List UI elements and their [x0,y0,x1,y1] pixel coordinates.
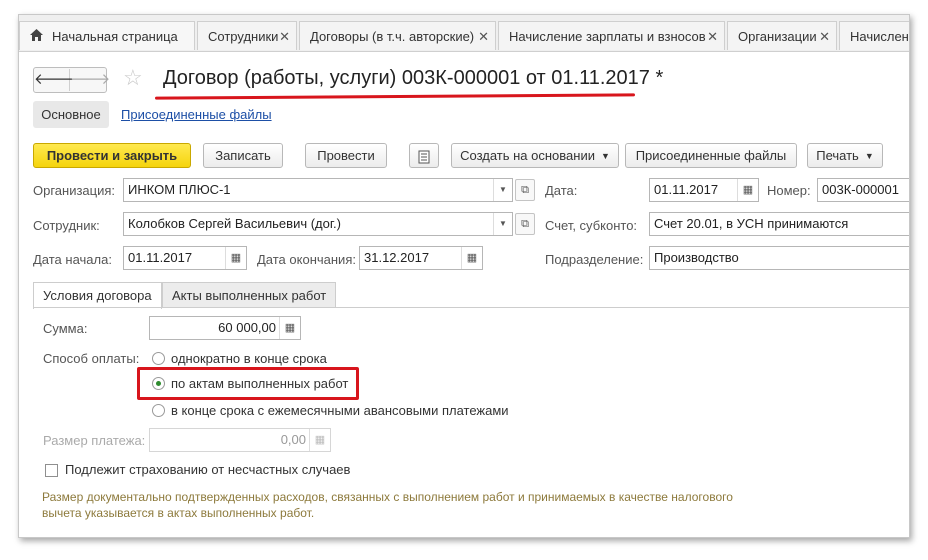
sum-value: 60 000,00 [218,320,276,335]
end-date-label: Дата окончания: [257,252,356,267]
payment-option-monthly-label: в конце срока с ежемесячными авансовыми … [171,403,509,418]
number-label: Номер: [767,183,811,198]
tab-label: Начислен [850,29,909,44]
close-icon[interactable]: ✕ [478,22,489,51]
calendar-icon[interactable]: ▦ [225,247,246,269]
end-date-value: 31.12.2017 [364,250,430,265]
tab-label: Договоры (в т.ч. авторские) [310,29,475,44]
document-window: Начальная страница Сотрудники ✕ Договоры … [18,14,910,538]
chevron-down-icon[interactable]: ▼ [493,179,512,201]
payment-size-value: 0,00 [280,432,306,447]
subtab-main[interactable]: Основное [33,101,109,128]
payment-option-once-radio[interactable] [152,352,165,365]
open-form-icon[interactable]: ⧉ [515,179,535,201]
button-label: Создать на основании [460,148,595,163]
organization-label: Организация: [33,183,116,198]
arrow-right-icon[interactable]: 🡒 [70,69,110,91]
page-title: Договор (работы, услуги) 003К-000001 от … [163,67,664,89]
tab-label: Организации [738,29,817,44]
sum-field[interactable]: 60 000,00 ▦ [149,316,301,340]
close-icon[interactable]: ✕ [279,22,290,51]
post-and-close-button[interactable]: Провести и закрыть [33,143,191,168]
payment-option-acts-radio[interactable] [152,377,165,390]
post-button[interactable]: Провести [305,143,387,168]
arrow-left-icon[interactable]: 🡐 [34,69,74,91]
open-form-icon[interactable]: ⧉ [515,213,535,235]
home-icon [30,22,44,51]
report-icon [418,148,430,164]
tab-label: Начальная страница [52,29,178,44]
calendar-icon[interactable]: ▦ [461,247,482,269]
start-date-label: Дата начала: [33,252,112,267]
start-date-value: 01.11.2017 [128,250,193,265]
account-label: Счет, субконто: [545,218,638,233]
payment-method-label: Способ оплаты: [43,351,140,366]
print-button[interactable]: Печать ▼ [807,143,883,168]
tab-organizations[interactable]: Организации ✕ [727,21,837,50]
save-button[interactable]: Записать [203,143,283,168]
button-label: Печать [816,148,859,163]
chevron-down-icon: ▼ [864,151,874,162]
employee-value: Колобков Сергей Васильевич (дог.) [128,216,341,231]
calculator-icon[interactable]: ▦ [279,317,300,339]
close-icon[interactable]: ✕ [707,22,718,51]
tab-label: Начисление зарплаты и взносов [509,29,706,44]
subtab-attached-files[interactable]: Присоединенные файлы [121,107,272,122]
date-label: Дата: [545,183,578,198]
tab-home[interactable]: Начальная страница [19,21,195,50]
employee-field[interactable]: Колобков Сергей Васильевич (дог.) ▼ [123,212,513,236]
tab-contract-terms[interactable]: Условия договора [33,282,162,309]
account-field[interactable]: Счет 20.01, в УСН принимаются [649,212,909,236]
chevron-down-icon: ▼ [600,151,610,162]
organization-field[interactable]: ИНКОМ ПЛЮС-1 ▼ [123,178,513,202]
title-underline-highlight [154,93,636,100]
tab-bar: Начальная страница Сотрудники ✕ Договоры … [19,15,909,52]
tab-payroll[interactable]: Начисление зарплаты и взносов ✕ [498,21,725,50]
info-note: Размер документально подтвержденных расх… [42,490,733,520]
create-based-on-button[interactable]: Создать на основании ▼ [451,143,619,168]
calculator-icon: ▦ [309,429,330,451]
tab-contracts[interactable]: Договоры (в т.ч. авторские) ✕ [299,21,496,50]
tab-accruals[interactable]: Начислен [839,21,909,50]
sum-label: Сумма: [43,321,88,336]
organization-value: ИНКОМ ПЛЮС-1 [128,182,231,197]
attached-files-button[interactable]: Присоединенные файлы [625,143,797,168]
close-icon[interactable]: ✕ [819,22,830,51]
start-date-field[interactable]: 01.11.2017 ▦ [123,246,247,270]
payment-size-field[interactable]: 0,00 ▦ [149,428,331,452]
payment-option-once-label: однократно в конце срока [171,351,327,366]
chevron-down-icon[interactable]: ▼ [493,213,512,235]
department-field[interactable]: Производство [649,246,909,270]
nav-buttons: 🡐 🡒 [33,67,110,93]
payment-option-monthly-radio[interactable] [152,404,165,417]
date-value: 01.11.2017 [654,182,719,197]
department-label: Подразделение: [545,252,644,267]
tab-label: Сотрудники [208,29,279,44]
employee-label: Сотрудник: [33,218,100,233]
tab-employees[interactable]: Сотрудники ✕ [197,21,297,50]
insurance-label: Подлежит страхованию от несчастных случа… [65,462,351,477]
number-field[interactable]: 003К-000001 [817,178,909,202]
structure-button[interactable] [409,143,439,168]
end-date-field[interactable]: 31.12.2017 ▦ [359,246,483,270]
star-icon[interactable]: ☆ [123,65,143,91]
tab-work-acts[interactable]: Акты выполненных работ [162,282,337,308]
insurance-checkbox[interactable] [45,464,58,477]
calendar-icon[interactable]: ▦ [737,179,758,201]
date-field[interactable]: 01.11.2017 ▦ [649,178,759,202]
payment-option-acts-label: по актам выполненных работ [171,376,349,391]
payment-size-label: Размер платежа: [43,433,146,448]
